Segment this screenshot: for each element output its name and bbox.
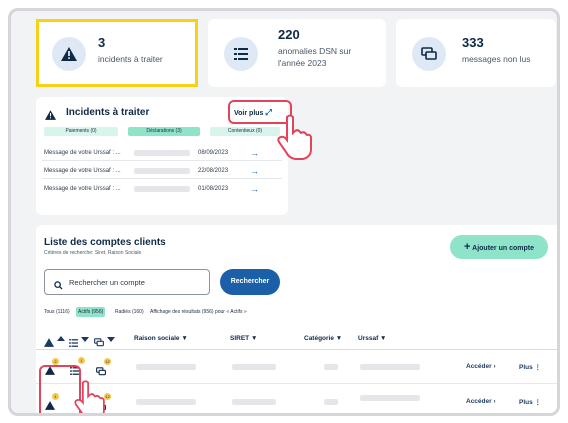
pointer-hand-icon xyxy=(69,379,109,413)
messages-label: messages non lus xyxy=(462,54,531,64)
column-label: Raison sociale xyxy=(134,335,180,342)
more-menu[interactable]: Plus ⋮ xyxy=(519,398,541,406)
incident-row[interactable]: Message de votre Urssaf : ... 01/08/2023… xyxy=(42,181,282,197)
access-label: Accéder xyxy=(466,363,492,370)
column-label: SIRET xyxy=(230,335,250,342)
anomaly-badge: 1 xyxy=(78,357,85,364)
incident-message: Message de votre Urssaf : ... xyxy=(44,186,121,192)
column-category[interactable]: Catégorie ▼ xyxy=(304,335,342,342)
chevron-up-icon[interactable] xyxy=(57,336,65,341)
search-icon xyxy=(54,277,63,295)
redacted-text xyxy=(136,364,196,370)
table-row[interactable]: 2 1 12 Accéder › Plus ⋮ xyxy=(36,350,557,384)
redacted-text xyxy=(136,399,196,405)
anomalies-label: anomalies DSN sur l'année 2023 xyxy=(278,46,352,68)
filter-removed[interactable]: Radiés (160) xyxy=(115,309,144,315)
list-icon xyxy=(224,37,258,71)
column-label: Urssaf xyxy=(358,335,379,342)
warning-icon xyxy=(45,107,56,125)
app-frame: 3 incidents à traiter 220 anomalies DSN … xyxy=(8,8,560,416)
message-badge: 12 xyxy=(104,358,111,365)
arrow-right-icon[interactable]: → xyxy=(250,148,259,158)
anomalies-count: 220 xyxy=(278,27,300,42)
incident-date: 08/09/2023 xyxy=(198,150,229,156)
pointer-hand-icon xyxy=(273,113,315,166)
plus-icon: + xyxy=(464,241,471,253)
redacted-text xyxy=(232,399,276,405)
chevron-down-icon[interactable] xyxy=(107,337,115,342)
accounts-title: Liste des comptes clients xyxy=(44,237,166,248)
redacted-text xyxy=(360,364,420,370)
result-count: Affichage des résultats (956) pour « Act… xyxy=(150,309,247,315)
redacted-text xyxy=(360,395,420,401)
redacted-text xyxy=(232,364,276,370)
column-label: Catégorie xyxy=(304,335,334,342)
search-button[interactable]: Rechercher xyxy=(220,269,280,295)
accounts-panel: Liste des comptes clients Critères de re… xyxy=(36,225,557,413)
chat-icon xyxy=(412,37,446,71)
redacted-text xyxy=(324,399,338,405)
filter-active[interactable]: Actifs (956) xyxy=(76,307,106,317)
table-row[interactable]: 1 12 Accéder › Plus ⋮ xyxy=(36,385,557,413)
arrow-right-icon[interactable]: → xyxy=(250,166,259,176)
redacted-text xyxy=(134,186,190,192)
tab-declarations[interactable]: Déclarations (3) xyxy=(128,127,200,136)
more-menu[interactable]: Plus ⋮ xyxy=(519,363,541,371)
incident-date: 22/08/2023 xyxy=(198,168,229,174)
incident-date: 01/08/2023 xyxy=(198,186,229,192)
redacted-text xyxy=(134,150,190,156)
stat-card-anomalies[interactable]: 220 anomalies DSN sur l'année 2023 xyxy=(208,19,386,87)
stat-card-messages[interactable]: 333 messages non lus xyxy=(396,19,556,87)
more-label: Plus xyxy=(519,399,533,406)
search-input[interactable]: Rechercher un compte xyxy=(44,269,210,295)
accounts-criteria: Critères de recherche: Siret, Raison Soc… xyxy=(44,250,142,256)
tab-disputes[interactable]: Contentieux (0) xyxy=(210,127,280,136)
incident-message: Message de votre Urssaf : ... xyxy=(44,150,121,156)
more-label: Plus xyxy=(519,364,533,371)
access-link[interactable]: Accéder › xyxy=(466,363,496,370)
redacted-text xyxy=(324,364,338,370)
highlight-frame xyxy=(36,19,198,87)
tab-payments[interactable]: Paiements (0) xyxy=(44,127,118,136)
messages-count: 333 xyxy=(462,35,484,50)
column-siret[interactable]: SIRET ▼ xyxy=(230,335,257,342)
incident-message: Message de votre Urssaf : ... xyxy=(44,168,121,174)
filter-all[interactable]: Tous (1116) xyxy=(44,309,70,315)
chevron-down-icon[interactable] xyxy=(81,337,89,342)
column-company-name[interactable]: Raison sociale ▼ xyxy=(134,335,188,342)
redacted-text xyxy=(134,168,190,174)
add-account-button[interactable]: + Ajouter un compte xyxy=(450,235,548,259)
arrow-right-icon[interactable]: → xyxy=(250,184,259,194)
add-account-label: Ajouter un compte xyxy=(472,245,534,252)
incidents-title: Incidents à traiter xyxy=(66,107,150,118)
search-placeholder: Rechercher un compte xyxy=(69,278,145,287)
incident-row[interactable]: Message de votre Urssaf : ... 08/09/2023… xyxy=(42,145,282,161)
column-urssaf[interactable]: Urssaf ▼ xyxy=(358,335,386,342)
access-label: Accéder xyxy=(466,398,492,405)
incident-badge: 2 xyxy=(52,358,59,365)
access-link[interactable]: Accéder › xyxy=(466,398,496,405)
incident-row[interactable]: Message de votre Urssaf : ... 22/08/2023… xyxy=(42,163,282,179)
